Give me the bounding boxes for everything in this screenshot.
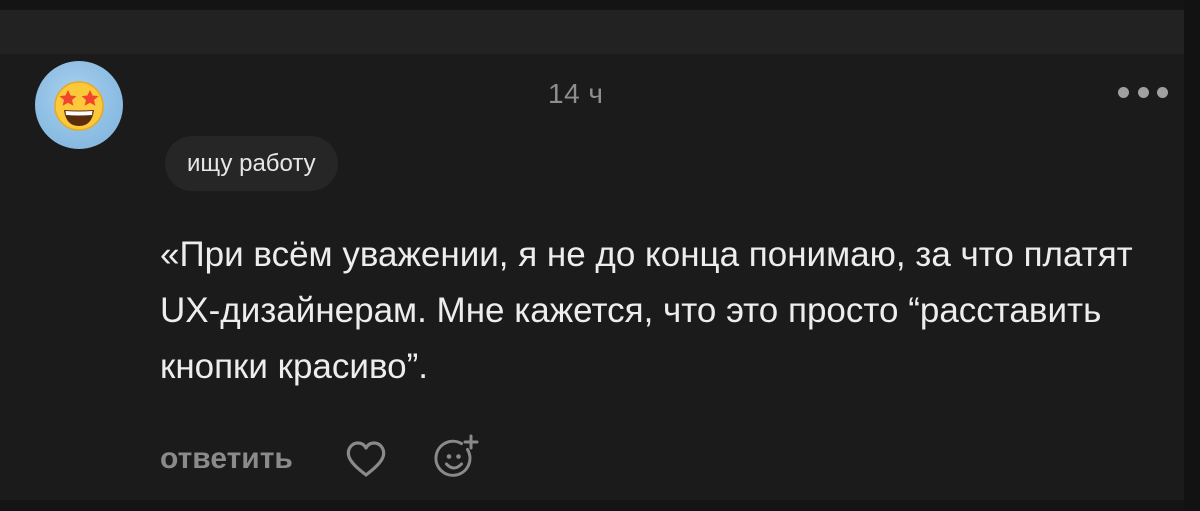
more-dots-icon [1118, 86, 1129, 98]
scrollbar-track[interactable] [1184, 0, 1200, 511]
bottom-strip [0, 500, 1184, 511]
username[interactable] [160, 76, 520, 82]
heart-outline-icon [346, 441, 386, 477]
comment-text: «При всём уважении, я не до конца понима… [160, 235, 1133, 386]
more-options-button[interactable] [1118, 84, 1168, 100]
add-reaction-button[interactable] [431, 433, 483, 485]
add-reaction-icon [434, 434, 479, 477]
comment-card: 14 ч ищу работу «При всём уважении, я не… [0, 54, 1184, 500]
avatar[interactable] [35, 61, 123, 149]
timestamp: 14 ч [548, 78, 604, 109]
comment-actions: ответить [160, 434, 483, 484]
more-dots-icon [1157, 86, 1168, 98]
previous-item-strip [0, 10, 1184, 54]
star-struck-emoji-icon [54, 81, 104, 131]
more-dots-icon [1137, 86, 1149, 98]
status-badge: ищу работу [165, 136, 338, 191]
like-button[interactable] [341, 434, 391, 484]
status-badge-label: ищу работу [187, 149, 316, 177]
reply-button[interactable]: ответить [160, 442, 293, 476]
top-strip [0, 0, 1184, 10]
